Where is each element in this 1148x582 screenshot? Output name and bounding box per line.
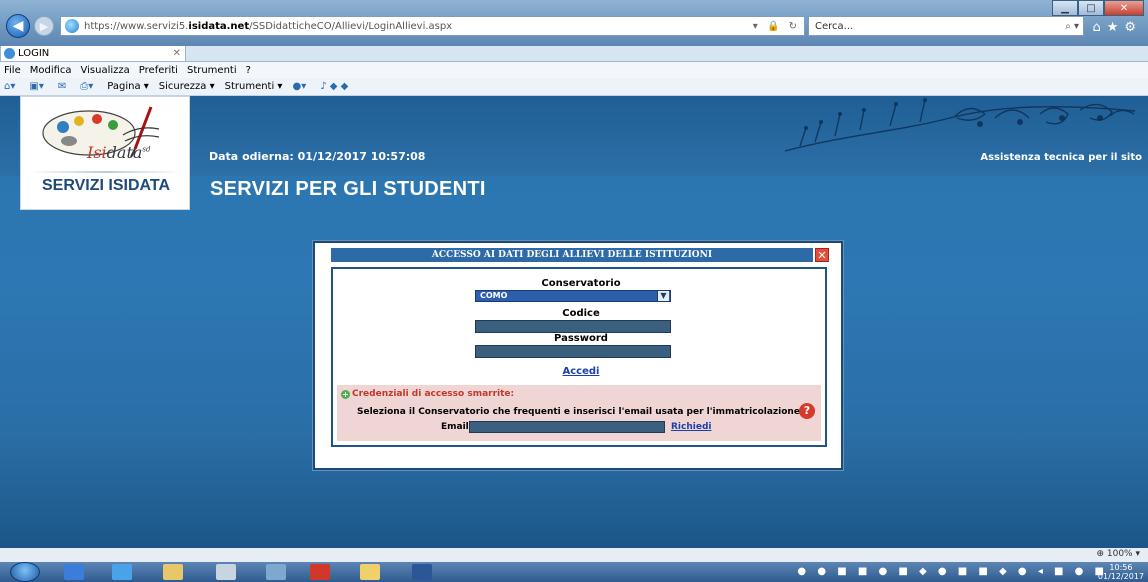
plus-icon: + bbox=[341, 389, 350, 399]
minimize-button[interactable]: ▁ bbox=[1052, 0, 1078, 16]
tab-login[interactable]: LOGIN ✕ bbox=[0, 46, 186, 62]
zoom-control[interactable]: ⊕ 100% ▾ bbox=[1096, 549, 1140, 559]
menu-help[interactable]: ? bbox=[246, 65, 251, 76]
logo-brand-text: Isidatasd bbox=[87, 143, 150, 162]
pagina-menu[interactable]: Pagina ▾ bbox=[107, 81, 149, 92]
windows-taskbar: ● ● ■ ■ ● ■ ◆ ● ■ ■ ◆ ● ◂ ■ ● ■ 10:56 01… bbox=[0, 562, 1148, 582]
dialog-close-button[interactable]: ✕ bbox=[815, 248, 829, 262]
conservatorio-label: Conservatorio bbox=[541, 278, 621, 289]
mail-icon: ✉ bbox=[57, 81, 67, 92]
home-cmd[interactable]: ⌂▾ bbox=[4, 81, 19, 92]
home-icon: ⌂▾ bbox=[4, 81, 16, 92]
network-icon[interactable] bbox=[266, 564, 286, 580]
zoom-icon: ⊕ bbox=[1096, 549, 1107, 559]
page-content: Data odierna: 01/12/2017 10:57:08 Assist… bbox=[0, 96, 1148, 548]
codice-label: Codice bbox=[562, 308, 600, 319]
email-label: Email: bbox=[441, 422, 473, 432]
login-form: Conservatorio COMO ▼ Codice Password Acc… bbox=[331, 267, 827, 447]
logo-brand-part-a: Is bbox=[87, 143, 102, 162]
logo-brand-part-c: data bbox=[106, 143, 143, 162]
help-question-icon[interactable]: ? bbox=[799, 403, 815, 419]
feeds-cmd[interactable]: ▣▾ bbox=[29, 81, 47, 92]
dialog-title: ACCESSO AI DATI DEGLI ALLIEVI DELLE ISTI… bbox=[331, 248, 813, 262]
password-label: Password bbox=[554, 333, 608, 344]
menu-modifica[interactable]: Modifica bbox=[30, 65, 72, 76]
url-prefix: https://www.servizi5. bbox=[84, 20, 189, 32]
start-button[interactable] bbox=[10, 562, 40, 582]
browser-titlebar: ◀ ▶ https://www.servizi5. isidata.net/SSD… bbox=[0, 0, 1148, 46]
ie-tab-icon bbox=[4, 48, 15, 59]
tab-title: LOGIN bbox=[18, 48, 50, 59]
accedi-link[interactable]: Accedi bbox=[333, 366, 829, 377]
status-bar: ⊕ 100% ▾ bbox=[0, 548, 1148, 562]
print-icon: ⎙▾ bbox=[80, 81, 94, 92]
addon-icons: ♪ ◆ ◆ bbox=[320, 81, 349, 92]
close-window-button[interactable]: ✕ bbox=[1104, 0, 1144, 16]
tab-bar: LOGIN ✕ bbox=[0, 46, 1148, 62]
pdf-reader-icon[interactable] bbox=[310, 564, 330, 580]
maximize-button[interactable]: □ bbox=[1078, 0, 1104, 16]
back-button[interactable]: ◀ bbox=[6, 14, 30, 38]
word-icon[interactable] bbox=[412, 564, 432, 580]
richiedi-link[interactable]: Richiedi bbox=[671, 422, 711, 432]
command-bar: ⌂▾ ▣▾ ✉ ⎙▾ Pagina ▾ Sicurezza ▾ Strument… bbox=[0, 78, 1148, 96]
recovery-instructions: Seleziona il Conservatorio che frequenti… bbox=[357, 407, 800, 417]
feeds-icon: ▣▾ bbox=[29, 81, 44, 92]
menu-preferiti[interactable]: Preferiti bbox=[139, 65, 178, 76]
strumenti-menu[interactable]: Strumenti ▾ bbox=[225, 81, 283, 92]
recovery-title: + Credenziali di accesso smarrite: bbox=[341, 389, 514, 399]
menu-visualizza[interactable]: Visualizza bbox=[81, 65, 130, 76]
search-input[interactable]: Cerca... ⌕ ▾ bbox=[808, 16, 1084, 36]
window-controls: ▁ □ ✕ bbox=[1052, 0, 1144, 16]
current-date: Data odierna: 01/12/2017 10:57:08 bbox=[209, 150, 426, 163]
login-dialog: ACCESSO AI DATI DEGLI ALLIEVI DELLE ISTI… bbox=[313, 241, 843, 470]
technical-support-link[interactable]: Assistenza tecnica per il sito bbox=[980, 152, 1142, 163]
menu-bar: File Modifica Visualizza Preferiti Strum… bbox=[0, 62, 1148, 78]
password-input[interactable] bbox=[475, 345, 671, 358]
media-player-icon[interactable] bbox=[64, 564, 84, 580]
page-title: SERVIZI PER GLI STUDENTI bbox=[210, 178, 486, 200]
music-notes-decoration bbox=[784, 98, 1136, 152]
clock-date: 01/12/2017 bbox=[1097, 572, 1144, 581]
addons-cmd[interactable]: ♪ ◆ ◆ bbox=[320, 81, 352, 92]
calculator-icon[interactable] bbox=[216, 564, 236, 580]
print-cmd[interactable]: ⎙▾ bbox=[80, 81, 97, 92]
home-favorites-settings-icons[interactable]: ⌂★⚙ bbox=[1092, 20, 1142, 35]
credential-recovery-panel: + Credenziali di accesso smarrite: Selez… bbox=[337, 385, 821, 441]
help-cmd[interactable]: ●▾ bbox=[292, 81, 310, 92]
system-tray-icons[interactable]: ● ● ■ ■ ● ■ ◆ ● ■ ■ ◆ ● ◂ ■ ● ■ bbox=[797, 566, 1108, 577]
url-path: /SSDidatticheCO/Allievi/LoginAllievi.asp… bbox=[249, 20, 453, 32]
help-icon: ●▾ bbox=[292, 81, 307, 92]
conservatorio-select[interactable]: COMO ▼ bbox=[475, 290, 671, 302]
zoom-level: 100% bbox=[1106, 549, 1133, 559]
codice-input[interactable] bbox=[475, 320, 671, 333]
logo-sup: sd bbox=[142, 145, 151, 154]
logo-divider bbox=[29, 171, 183, 173]
back-arrow-icon: ◀ bbox=[12, 18, 24, 34]
search-placeholder: Cerca... bbox=[815, 20, 854, 32]
address-actions-icon[interactable]: ▾ 🔒 ↻ bbox=[753, 21, 800, 32]
forward-arrow-icon: ▶ bbox=[39, 19, 49, 33]
forward-button[interactable]: ▶ bbox=[34, 16, 54, 36]
clock-time: 10:56 bbox=[1109, 563, 1133, 572]
menu-file[interactable]: File bbox=[4, 65, 21, 76]
address-bar[interactable]: https://www.servizi5. isidata.net/SSDidat… bbox=[60, 16, 805, 36]
url-host: isidata.net bbox=[188, 20, 250, 32]
chevron-down-icon[interactable]: ▼ bbox=[657, 291, 669, 301]
recovery-title-text: Credenziali di accesso smarrite: bbox=[352, 389, 515, 399]
conservatorio-selected-value: COMO bbox=[480, 291, 508, 300]
folder-icon[interactable] bbox=[360, 564, 380, 580]
system-clock[interactable]: 10:56 01/12/2017 bbox=[1098, 563, 1144, 581]
tab-close-icon[interactable]: ✕ bbox=[173, 48, 181, 59]
logo-caption: SERVIZI ISIDATA bbox=[41, 177, 170, 194]
menu-strumenti[interactable]: Strumenti bbox=[187, 65, 237, 76]
ie-site-icon bbox=[65, 19, 79, 33]
internet-explorer-icon[interactable] bbox=[112, 564, 132, 580]
mail-cmd[interactable]: ✉ bbox=[58, 81, 70, 92]
sicurezza-menu[interactable]: Sicurezza ▾ bbox=[159, 81, 215, 92]
email-field[interactable] bbox=[469, 421, 665, 433]
explorer-icon[interactable] bbox=[163, 564, 183, 580]
isidata-logo[interactable]: Isidatasd SERVIZI ISIDATA bbox=[20, 96, 190, 210]
search-icon[interactable]: ⌕ ▾ bbox=[1065, 21, 1079, 32]
